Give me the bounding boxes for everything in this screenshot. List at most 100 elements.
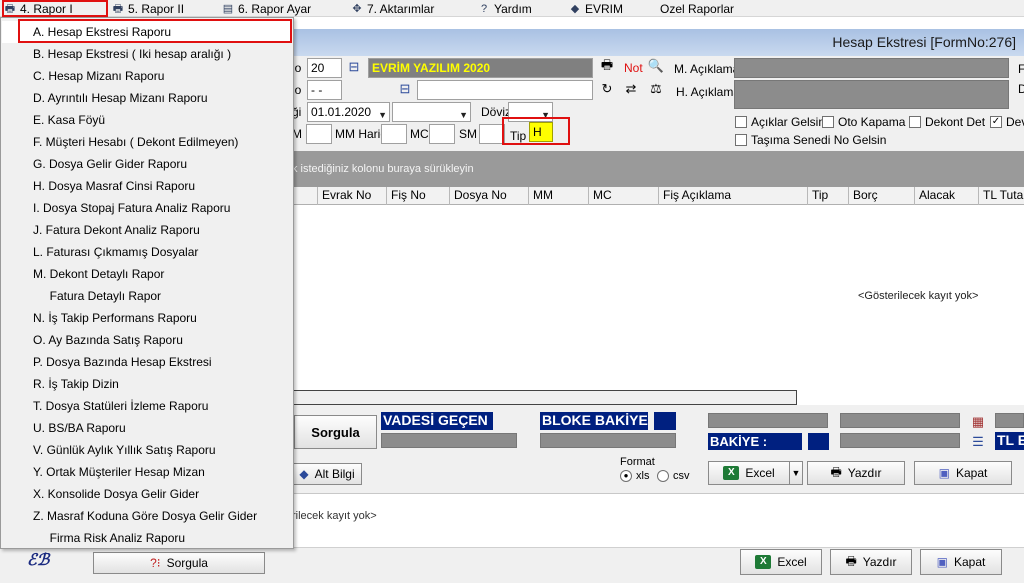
kapat-button[interactable]: ▣ Kapat <box>914 461 1012 485</box>
col-fis-aciklama[interactable]: Fiş Açıklama <box>658 187 810 205</box>
col-evrak-no[interactable]: Evrak No <box>317 187 387 205</box>
tasima-senedi-checkbox[interactable]: Taşıma Senedi No Gelsin <box>735 133 886 147</box>
search-doc-icon[interactable]: 🔍 <box>646 57 666 75</box>
help-icon: ? <box>480 2 488 15</box>
sorgula-button[interactable]: Sorgula <box>294 415 377 449</box>
menu-item-is-takip-performans[interactable]: N. İş Takip Performans Raporu <box>2 307 292 329</box>
menu-item-masraf-koduna-gore[interactable]: Z. Masraf Koduna Göre Dosya Gelir Gider <box>2 505 292 527</box>
no-input[interactable]: 20 <box>307 58 342 78</box>
format-xls-radio[interactable]: ● xls <box>620 470 649 482</box>
h-aciklama-field[interactable] <box>734 80 1009 109</box>
vadesi-gecen-label: VADESİ GEÇEN <box>381 412 493 430</box>
menu-item-dosya-stopaj-fatura[interactable]: I. Dosya Stopaj Fatura Analiz Raporu <box>2 197 292 219</box>
menu-item-dosya-masraf-cinsi[interactable]: H. Dosya Masraf Cinsi Raporu <box>2 175 292 197</box>
transfer-icon: ✥ <box>352 2 362 15</box>
col-mc[interactable]: MC <box>588 187 660 205</box>
menu-item-musteri-hesabi[interactable]: F. Müşteri Hesabı ( Dekont Edilmeyen) <box>2 131 292 153</box>
kapat-label: Kapat <box>955 466 988 480</box>
summary-panel: Sorgula VADESİ GEÇEN BLOKE BAKİYE BAKİYE… <box>292 405 1024 457</box>
menu-item-kasa-foyu[interactable]: E. Kasa Föyü <box>2 109 292 131</box>
format-csv-radio[interactable]: csv <box>657 470 690 482</box>
row2-input[interactable]: - - <box>307 80 342 100</box>
col-borc[interactable]: Borç <box>848 187 916 205</box>
menu-item-ayrintili-hesap-mizani[interactable]: D. Ayrıntılı Hesap Mizanı Raporu <box>2 87 292 109</box>
yazdir-button[interactable]: 🖶 Yazdır <box>807 461 905 485</box>
sorgula-label: Sorgula <box>311 424 360 440</box>
row2-desc-input[interactable] <box>417 80 593 100</box>
menu-item-ortak-musteriler[interactable]: Y. Ortak Müşteriler Hesap Mizan <box>2 461 292 483</box>
footer-yazdir-button[interactable]: 🖶 Yazdır <box>830 549 912 575</box>
menu-item-dosya-bazinda-ekstre[interactable]: P. Dosya Bazında Hesap Ekstresi <box>2 351 292 373</box>
alt-bilgi-button[interactable]: ◆ Alt Bilgi <box>292 463 362 485</box>
bakiye-field-top <box>708 413 828 428</box>
menu-rapor-2-label: 5. Rapor II <box>128 1 185 16</box>
dev-checkbox[interactable]: ✓ Dev <box>990 115 1024 129</box>
footer-sorgula-button[interactable]: ?⁝ Sorgula <box>93 552 265 574</box>
vadesi-gecen-value <box>381 433 517 448</box>
radio-icon <box>657 470 669 482</box>
col-tl-tutar[interactable]: TL Tutar <box>978 187 1024 205</box>
evrim-icon: ◆ <box>570 2 580 15</box>
lookup-button[interactable]: ⊟ <box>344 58 364 76</box>
dekont-det-checkbox[interactable]: Dekont Det <box>909 115 985 129</box>
not-label[interactable]: Not <box>624 61 643 75</box>
menu-item-konsolide-dosya[interactable]: X. Konsolide Dosya Gelir Gider <box>2 483 292 505</box>
calculator-icon[interactable]: ▦ <box>968 413 988 431</box>
menu-item-dosya-gelir-gider[interactable]: G. Dosya Gelir Gider Raporu <box>2 153 292 175</box>
horizontal-scrollbar[interactable] <box>292 390 797 405</box>
mm-haric-input[interactable] <box>381 124 407 144</box>
menu-item-hesap-mizani[interactable]: C. Hesap Mizanı Raporu <box>2 65 292 87</box>
menu-item-dekont-detayli[interactable]: M. Dekont Detaylı Rapor <box>2 263 292 285</box>
menu-ozel-raporlar[interactable]: Ozel Raporlar <box>660 0 734 17</box>
bloke-bakiye-field <box>540 433 676 448</box>
oto-kapama-checkbox[interactable]: Oto Kapama <box>822 115 905 129</box>
row2-lookup-button[interactable]: ⊟ <box>395 80 415 98</box>
date-combo[interactable]: ▼ <box>392 102 471 122</box>
right-edge-label-1: F <box>1018 62 1024 76</box>
col-dosya-no[interactable]: Dosya No <box>449 187 529 205</box>
menu-item-fatura-dekont-analiz[interactable]: J. Fatura Dekont Analiz Raporu <box>2 219 292 241</box>
list-icon[interactable]: ☰ <box>968 433 988 451</box>
col-alacak[interactable]: Alacak <box>914 187 980 205</box>
menu-rapor-2[interactable]: 🖶 5. Rapor II <box>111 0 184 17</box>
menu-item-fatura-detayli[interactable]: Fatura Detaylı Rapor <box>2 285 292 307</box>
exit-door-icon: ▣ <box>938 466 950 480</box>
menu-item-gunluk-aylik-yillik[interactable]: V. Günlük Aylık Yıllık Satış Raporu <box>2 439 292 461</box>
col-tip[interactable]: Tip <box>807 187 850 205</box>
group-by-panel[interactable]: k istediğiniz kolonu buraya sürükleyin <box>292 151 1024 187</box>
detail-grid[interactable]: rilecek kayıt yok> <box>292 493 1024 547</box>
menu-item-bs-ba[interactable]: U. BS/BA Raporu <box>2 417 292 439</box>
menu-item-is-takip-dizin[interactable]: R. İş Takip Dizin <box>2 373 292 395</box>
menu-bar: 🖶 4. Rapor I 🖶 5. Rapor II ▤ 6. Rapor Ay… <box>0 0 1024 17</box>
mc-input[interactable] <box>429 124 455 144</box>
footer-kapat-button[interactable]: ▣ Kapat <box>920 549 1002 575</box>
menu-yardim[interactable]: ? Yardım <box>477 0 532 17</box>
menu-aktarimlar[interactable]: ✥ 7. Aktarımlar <box>350 0 434 17</box>
menu-evrim[interactable]: ◆ EVRIM <box>568 0 623 17</box>
excel-dropdown-button[interactable]: ▼ <box>789 461 803 485</box>
menu-rapor-ayar[interactable]: ▤ 6. Rapor Ayar <box>221 0 311 17</box>
refresh-icon[interactable]: ↻ <box>597 80 617 98</box>
menu-item-faturasi-cikmamis[interactable]: L. Faturası Çıkmamış Dosyalar <box>2 241 292 263</box>
col-fis-no[interactable]: Fiş No <box>386 187 451 205</box>
menu-item-firma-risk-analiz[interactable]: Firma Risk Analiz Raporu <box>2 527 292 549</box>
date-input[interactable]: 01.01.2020 ▼ <box>307 102 390 122</box>
scale-icon[interactable]: ⚖ <box>646 80 666 98</box>
menu-item-ay-bazinda-satis[interactable]: O. Ay Bazında Satış Raporu <box>2 329 292 351</box>
aciklar-gelsin-label: Açıklar Gelsin <box>751 115 826 129</box>
m-input[interactable] <box>306 124 332 144</box>
col-mm[interactable]: MM <box>528 187 590 205</box>
excel-button[interactable]: X Excel <box>708 461 790 485</box>
total-field-top <box>840 413 960 428</box>
menu-item-dosya-statuleri[interactable]: T. Dosya Statüleri İzleme Raporu <box>2 395 292 417</box>
m-aciklama-field[interactable] <box>734 58 1009 78</box>
footer-excel-button[interactable]: X Excel <box>740 549 822 575</box>
aciklar-gelsin-checkbox[interactable]: Açıklar Gelsin <box>735 115 825 129</box>
menu-item-hesap-ekstresi-iki-hesap[interactable]: B. Hesap Ekstresi ( Iki hesap aralığı ) <box>2 43 292 65</box>
results-grid[interactable]: Evrak No Fiş No Dosya No MM MC Fiş Açıkl… <box>292 187 1024 405</box>
oto-kapama-label: Oto Kapama <box>838 115 906 129</box>
window-titlebar: Hesap Ekstresi [FormNo:276] <box>292 29 1024 56</box>
stamp-icon[interactable]: 🖶 <box>597 57 617 76</box>
transfer-icon[interactable]: ⇄ <box>621 80 641 98</box>
grid-empty-message: <Gösterilecek kayıt yok> <box>858 290 979 302</box>
